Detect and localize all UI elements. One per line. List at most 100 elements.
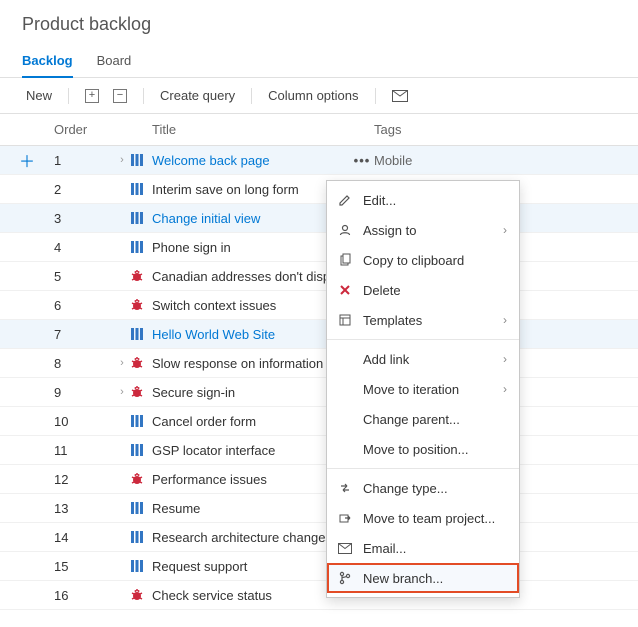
- row-title-text: Request support: [152, 559, 247, 574]
- menu-item-label: Move to iteration: [363, 382, 493, 397]
- row-title-text: Slow response on information: [152, 356, 323, 371]
- row-order: 15: [54, 559, 114, 574]
- table-row[interactable]: 7Hello World Web Site: [0, 320, 638, 349]
- remove-item-button[interactable]: −: [109, 87, 131, 105]
- row-title[interactable]: Welcome back page: [152, 153, 350, 168]
- toolbar-separator: [68, 88, 69, 104]
- menu-item-add-link[interactable]: Add link›: [327, 344, 519, 374]
- email-toolbar-button[interactable]: [388, 88, 412, 104]
- table-row[interactable]: 6 Switch context issues: [0, 291, 638, 320]
- column-header-tags[interactable]: Tags: [374, 122, 638, 137]
- toolbar: New + − Create query Column options: [0, 78, 638, 114]
- toolbar-separator: [375, 88, 376, 104]
- menu-item-delete[interactable]: Delete: [327, 275, 519, 305]
- menu-item-move-to-position[interactable]: Move to position...: [327, 434, 519, 464]
- menu-item-email[interactable]: Email...: [327, 533, 519, 563]
- email-icon: [392, 90, 408, 102]
- row-order: 6: [54, 298, 114, 313]
- menu-item-move-to-iteration[interactable]: Move to iteration›: [327, 374, 519, 404]
- row-order: 16: [54, 588, 114, 603]
- row-title-text: Phone sign in: [152, 240, 231, 255]
- table-row[interactable]: 10 Cancel order form: [0, 407, 638, 436]
- pbi-icon: [130, 530, 152, 544]
- bug-icon: [130, 356, 152, 370]
- assign-icon: [337, 222, 353, 238]
- pbi-icon: [130, 182, 152, 196]
- menu-item-change-parent[interactable]: Change parent...: [327, 404, 519, 434]
- row-order: 11: [54, 443, 114, 458]
- pbi-icon: [130, 153, 152, 167]
- templates-icon: [337, 312, 353, 328]
- row-order: 3: [54, 211, 114, 226]
- tab-backlog[interactable]: Backlog: [22, 47, 73, 78]
- row-order: 4: [54, 240, 114, 255]
- create-query-label: Create query: [160, 88, 235, 103]
- menu-item-move-to-team-project[interactable]: Move to team project...: [327, 503, 519, 533]
- add-item-button[interactable]: +: [81, 87, 103, 105]
- row-title[interactable]: Hello World Web Site: [152, 327, 350, 342]
- row-title: Resume: [152, 501, 350, 516]
- row-title-text: Research architecture changes: [152, 530, 332, 545]
- table-row[interactable]: 8›Slow response on information: [0, 349, 638, 378]
- table-row[interactable]: 3 Change initial view: [0, 204, 638, 233]
- add-row-button[interactable]: ＋: [0, 148, 54, 172]
- row-title[interactable]: Change initial view: [152, 211, 350, 226]
- column-options-button[interactable]: Column options: [264, 86, 362, 105]
- table-row[interactable]: 13Resume: [0, 494, 638, 523]
- expand-toggle[interactable]: ›: [114, 386, 130, 398]
- row-order: 14: [54, 530, 114, 545]
- menu-item-assign-to[interactable]: Assign to›: [327, 215, 519, 245]
- blank-icon: [337, 441, 353, 457]
- menu-item-edit[interactable]: Edit...: [327, 185, 519, 215]
- expand-toggle[interactable]: ›: [114, 357, 130, 369]
- menu-item-label: Email...: [363, 541, 507, 556]
- row-actions-button[interactable]: •••: [350, 153, 374, 168]
- tab-board[interactable]: Board: [97, 47, 132, 77]
- expand-toggle[interactable]: ›: [114, 154, 130, 166]
- table-row[interactable]: ＋1›Welcome back page•••Mobile: [0, 146, 638, 175]
- table-row[interactable]: 2Interim save on long form: [0, 175, 638, 204]
- menu-item-new-branch[interactable]: New branch...: [327, 563, 519, 593]
- row-title: Request support: [152, 559, 350, 574]
- create-query-button[interactable]: Create query: [156, 86, 239, 105]
- table-row[interactable]: 16Check service status: [0, 581, 638, 610]
- row-title: Slow response on information: [152, 356, 350, 371]
- table-row[interactable]: 14 Research architecture changes: [0, 523, 638, 552]
- plus-icon: ＋: [19, 148, 35, 172]
- column-header-order[interactable]: Order: [54, 122, 114, 137]
- row-title-text: Switch context issues: [152, 298, 276, 313]
- pbi-icon: [130, 559, 152, 573]
- row-title: Performance issues: [152, 472, 350, 487]
- menu-item-label: Edit...: [363, 193, 507, 208]
- table-row[interactable]: 5Canadian addresses don't disp: [0, 262, 638, 291]
- bug-icon: [130, 298, 152, 312]
- menu-item-templates[interactable]: Templates›: [327, 305, 519, 335]
- menu-item-copy-to-clipboard[interactable]: Copy to clipboard: [327, 245, 519, 275]
- row-order: 10: [54, 414, 114, 429]
- table-row[interactable]: 12Performance issues: [0, 465, 638, 494]
- blank-icon: [337, 411, 353, 427]
- table-row[interactable]: 11GSP locator interface: [0, 436, 638, 465]
- row-title-text: Cancel order form: [152, 414, 256, 429]
- table-row[interactable]: 15 Request support: [0, 552, 638, 581]
- ellipsis-icon: •••: [354, 153, 371, 168]
- row-tags: Mobile: [374, 153, 638, 168]
- menu-item-label: Move to team project...: [363, 511, 507, 526]
- row-title-text: Canadian addresses don't disp: [152, 269, 330, 284]
- menu-divider: [327, 339, 519, 340]
- menu-item-label: Templates: [363, 313, 493, 328]
- pbi-icon: [130, 501, 152, 515]
- bug-icon: [130, 588, 152, 602]
- menu-divider: [327, 468, 519, 469]
- tab-label: Board: [97, 53, 132, 68]
- table-row[interactable]: 9›Secure sign-in: [0, 378, 638, 407]
- row-order: 2: [54, 182, 114, 197]
- chevron-right-icon: ›: [503, 223, 507, 237]
- menu-item-label: Move to position...: [363, 442, 507, 457]
- menu-item-change-type[interactable]: Change type...: [327, 473, 519, 503]
- pbi-icon: [130, 327, 152, 341]
- pbi-icon: [130, 240, 152, 254]
- new-button[interactable]: New: [22, 86, 56, 105]
- column-header-title[interactable]: Title: [152, 122, 350, 137]
- table-row[interactable]: 4 Phone sign in: [0, 233, 638, 262]
